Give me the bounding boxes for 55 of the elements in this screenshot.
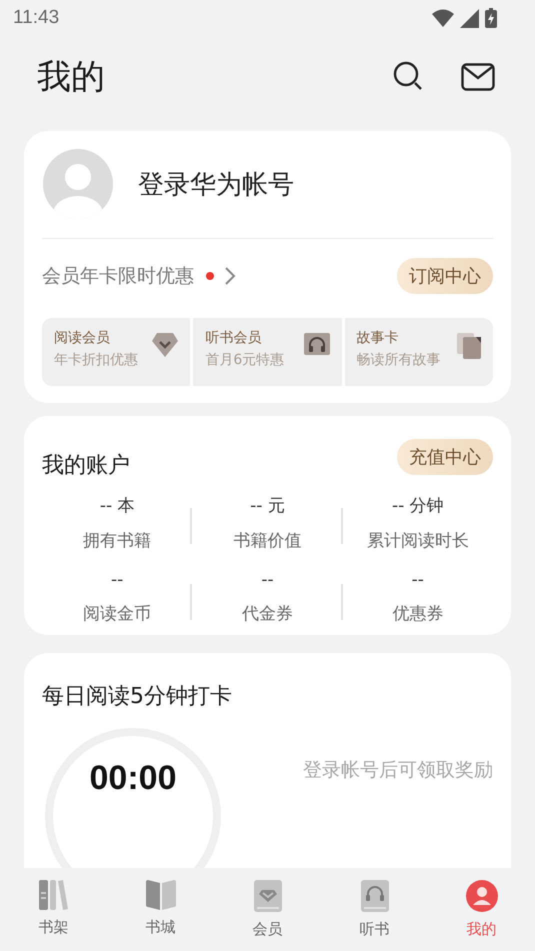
stat-value: -- [412, 570, 424, 590]
stat-item[interactable]: -- 阅读金币 [42, 570, 192, 625]
tile-subtitle: 畅读所有故事 [356, 351, 441, 369]
stat-value: -- 元 [250, 495, 285, 517]
mail-icon[interactable] [461, 63, 495, 91]
headphones-book-icon [360, 880, 388, 912]
nav-tab[interactable]: 听书 [321, 868, 428, 951]
tile-subtitle: 首月6元特惠 [205, 351, 284, 369]
headphones-icon [304, 333, 330, 357]
stat-value: -- [111, 570, 124, 590]
bookshelf-icon [38, 880, 68, 910]
diamond-icon [152, 333, 178, 357]
profile-icon [466, 880, 498, 912]
tile-title: 阅读会员 [54, 329, 111, 347]
timer-text: 00:00 [88, 759, 178, 798]
chevron-right-icon[interactable] [224, 266, 236, 286]
stat-label: 代金券 [242, 603, 293, 625]
stat-label: 拥有书籍 [83, 530, 152, 552]
recharge-center-button[interactable]: 充值中心 [397, 439, 493, 475]
wifi-icon [432, 9, 454, 27]
membership-tile[interactable]: 听书会员 首月6元特惠 [193, 318, 342, 386]
section-title: 每日阅读5分钟打卡 [42, 684, 232, 709]
stat-item[interactable]: -- 本 拥有书籍 [42, 494, 192, 552]
stat-value: -- [261, 570, 274, 590]
membership-tile[interactable]: 阅读会员 年卡折扣优惠 [42, 318, 190, 386]
stat-item[interactable]: -- 元 书籍价值 [192, 494, 343, 552]
stat-item[interactable]: -- 代金券 [192, 570, 343, 625]
nav-tab[interactable]: 会员 [214, 868, 321, 951]
tile-subtitle: 年卡折扣优惠 [54, 351, 138, 369]
nav-tab[interactable]: 我的 [428, 868, 535, 951]
cards-icon [456, 333, 481, 359]
tile-title: 听书会员 [205, 329, 262, 347]
signal-icon [460, 8, 479, 28]
status-time: 11:43 [13, 7, 60, 29]
stat-label: 书籍价值 [233, 530, 302, 552]
stat-label: 阅读金币 [83, 603, 152, 625]
open-book-icon [146, 880, 176, 910]
stat-item[interactable]: -- 优惠券 [342, 570, 493, 625]
membership-tile[interactable]: 故事卡 畅读所有故事 [344, 318, 493, 386]
tile-title: 故事卡 [356, 329, 400, 347]
stat-value: -- 本 [100, 495, 134, 517]
login-link[interactable]: 登录华为帐号 [138, 166, 294, 202]
stat-label: 累计阅读时长 [366, 530, 469, 552]
promo-text[interactable]: 会员年卡限时优惠 [42, 263, 194, 289]
subscription-center-button[interactable]: 订阅中心 [397, 258, 493, 294]
reward-hint: 登录帐号后可领取奖励 [303, 758, 493, 783]
battery-icon [485, 8, 497, 28]
nav-tab[interactable]: 书架 [0, 868, 107, 951]
nav-tab[interactable]: 书城 [107, 868, 214, 951]
section-title: 我的账户 [42, 452, 130, 480]
diamond-book-icon [254, 880, 282, 912]
stat-value: -- 分钟 [392, 495, 444, 517]
stat-item[interactable]: -- 分钟 累计阅读时长 [342, 494, 493, 552]
stat-label: 优惠券 [392, 603, 444, 625]
page-title: 我的 [37, 56, 105, 99]
